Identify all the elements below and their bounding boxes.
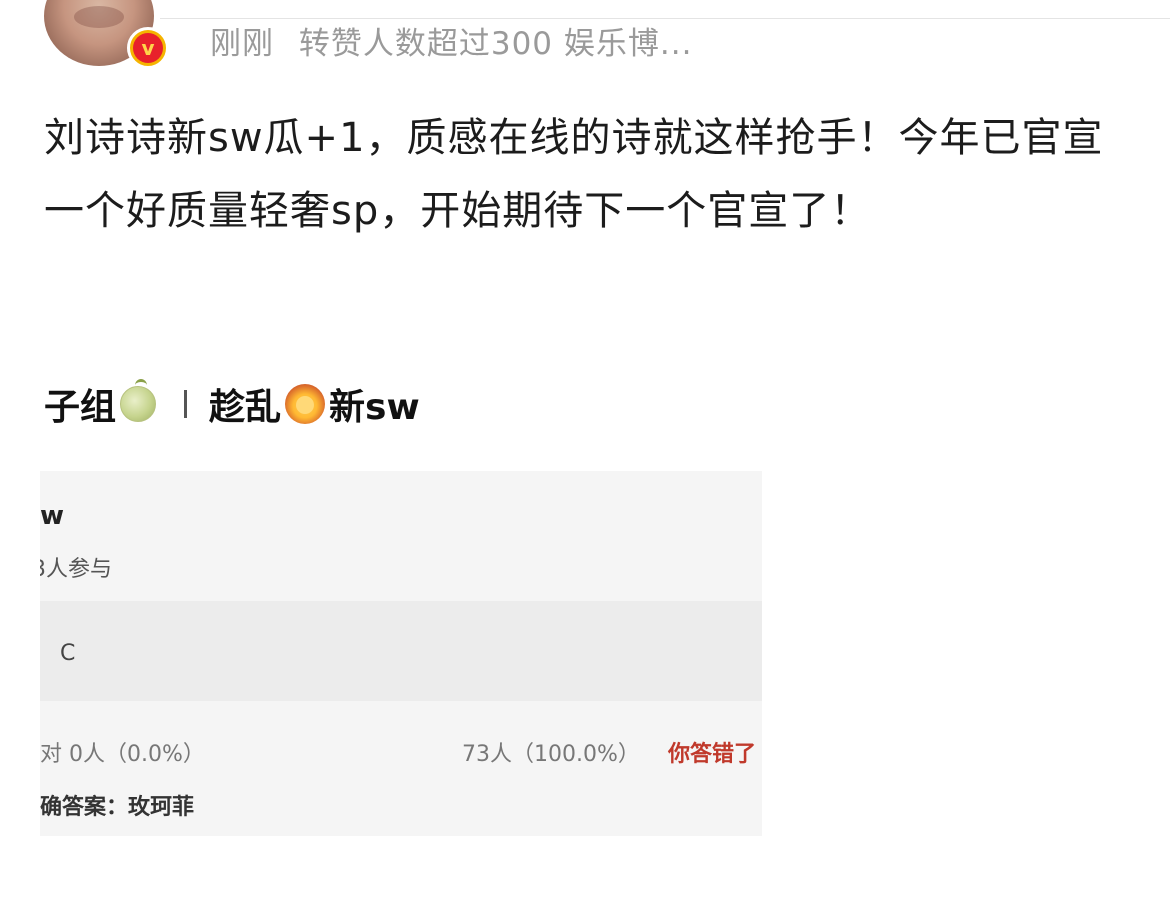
quiz-answer: 确答案：玫珂菲 [40, 795, 195, 820]
quiz-card: w 3人参与 C 对 0人（0.0%） 73人（100.0%） 你答错了 确答案… [40, 471, 762, 836]
embedded-screenshot[interactable]: 子组 趁乱 新sw w 3人参与 C 对 0人（0.0%） 73人（100.0%… [40, 330, 762, 850]
quiz-option-bar[interactable] [40, 601, 762, 701]
avatar-face [74, 6, 124, 28]
verified-v-mark: v [133, 33, 163, 63]
quiz-stat-right: 73人（100.0%） [462, 742, 640, 767]
lion-icon [285, 384, 326, 424]
quiz-option-label: C [60, 641, 76, 666]
quiz-stat-left: 对 0人（0.0%） [40, 742, 205, 767]
melon-icon [120, 379, 157, 422]
header-divider [184, 390, 188, 418]
post-time: 刚刚 [210, 26, 274, 62]
quiz-title: w [40, 501, 65, 531]
embed-header-tail: 新sw [329, 387, 420, 428]
quiz-participants: 3人参与 [40, 557, 112, 582]
post-text: 刘诗诗新sw瓜+1，质感在线的诗就这样抢手！今年已官宣一个好质量轻奢sp，开始期… [44, 115, 1104, 234]
embed-header-right: 趁乱 [209, 387, 282, 428]
post-meta: 刚刚 转赞人数超过300 娱乐博... [210, 18, 692, 63]
embed-header-left: 子组 [44, 387, 117, 428]
quiz-wrong-label: 你答错了 [668, 742, 757, 767]
verified-badge-icon: v [127, 27, 169, 69]
embed-header: 子组 趁乱 新sw [44, 378, 420, 430]
post-source[interactable]: 转赞人数超过300 娱乐博... [299, 26, 693, 62]
